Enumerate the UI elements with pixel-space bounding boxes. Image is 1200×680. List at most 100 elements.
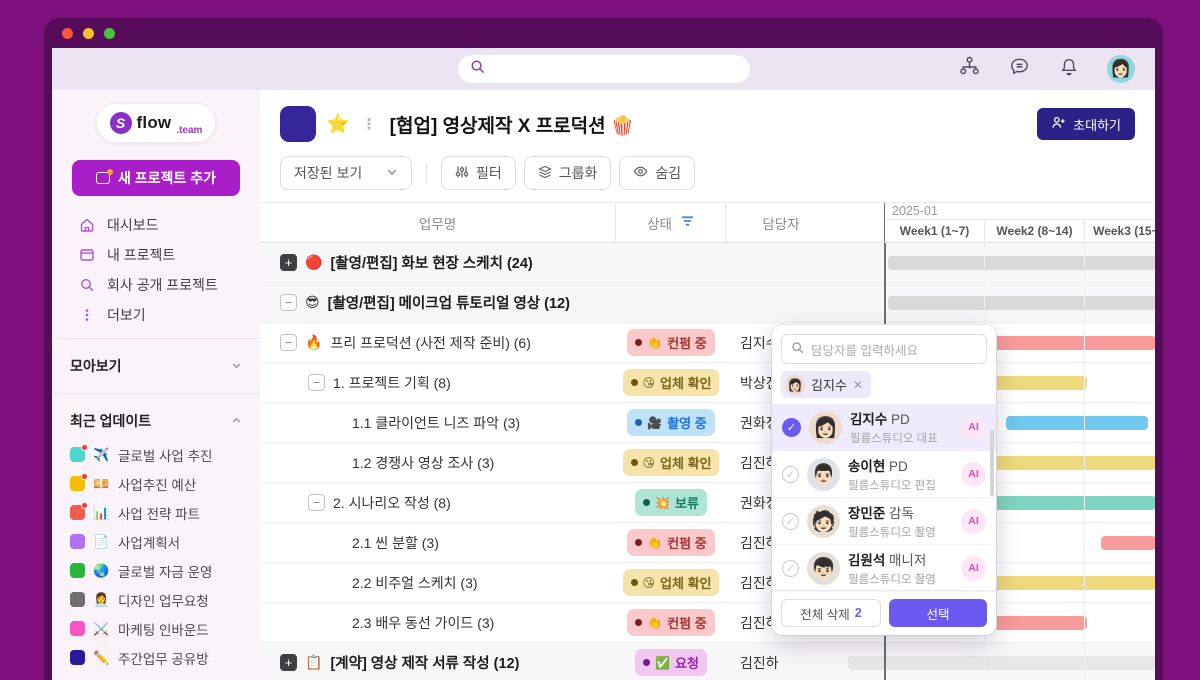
status-badge[interactable]: ✅요청 xyxy=(635,649,707,676)
table-row[interactable]: 1.1 클라이언트 니즈 파악 (3)🎥촬영 중권화정 xyxy=(260,403,1155,443)
sidebar-project-item[interactable]: ✏️주간업무 공유방 xyxy=(52,643,260,672)
sidebar-item-home[interactable]: 대시보드 xyxy=(52,210,260,240)
table-row[interactable]: −1. 프로젝트 기획 (8)😘업체 확인박상진 xyxy=(260,363,1155,403)
collapse-icon[interactable]: − xyxy=(280,294,297,311)
sidebar-project-item[interactable]: 💴사업추진 예산 xyxy=(52,469,260,498)
task-status-cell[interactable]: 🎥촬영 중 xyxy=(616,403,726,442)
task-status-cell[interactable]: 👏컨펌 중 xyxy=(616,523,726,562)
status-badge[interactable]: 💥보류 xyxy=(635,489,707,516)
gantt-bar[interactable] xyxy=(1006,416,1148,430)
task-status-cell[interactable] xyxy=(616,243,726,282)
hide-button[interactable]: 숨김 xyxy=(619,156,695,190)
collapse-icon[interactable]: − xyxy=(280,334,297,351)
task-status-cell[interactable]: 💥보류 xyxy=(616,483,726,522)
chat-icon[interactable] xyxy=(1008,55,1031,83)
expand-icon[interactable]: + xyxy=(280,254,297,271)
table-row[interactable]: 2.3 배우 동선 가이드 (3)👏컨펌 중김진하 xyxy=(260,603,1155,643)
sidebar-project-item[interactable]: ✈️글로벌 사업 추진 xyxy=(52,440,260,469)
column-header-status[interactable]: 상태 xyxy=(616,203,726,242)
gantt-bar[interactable] xyxy=(994,576,1155,590)
minimize-window-button[interactable] xyxy=(83,28,94,39)
table-row[interactable]: +📋[계약] 영상 제작 서류 작성 (12)✅요청김진하 xyxy=(260,643,1155,680)
ai-badge[interactable]: AI xyxy=(961,556,986,581)
gantt-bar[interactable] xyxy=(994,616,1087,630)
selected-assignee-chip[interactable]: 👩🏻 김지수 ✕ xyxy=(781,371,871,398)
task-assignee-cell[interactable] xyxy=(726,243,836,282)
sidebar-item-more[interactable]: 더보기 xyxy=(52,300,260,330)
status-badge[interactable]: 😘업체 확인 xyxy=(623,449,720,476)
unchecked-icon[interactable]: ✓ xyxy=(782,513,799,530)
sidebar-section-recent[interactable]: 최근 업데이트 xyxy=(52,402,260,440)
org-chart-icon[interactable] xyxy=(958,55,981,83)
gantt-bar[interactable] xyxy=(994,376,1087,390)
ai-badge[interactable]: AI xyxy=(961,509,986,534)
table-row[interactable]: +🔴[촬영/편집] 화보 현장 스케치 (24) xyxy=(260,243,1155,283)
close-window-button[interactable] xyxy=(62,28,73,39)
status-badge[interactable]: 👏컨펌 중 xyxy=(627,529,714,556)
ai-badge[interactable]: AI xyxy=(961,462,986,487)
filter-button[interactable]: 필터 xyxy=(441,156,516,190)
status-badge[interactable]: 👏컨펌 중 xyxy=(627,329,714,356)
sidebar-item-search[interactable]: 회사 공개 프로젝트 xyxy=(52,270,260,300)
select-button[interactable]: 선택 xyxy=(889,599,987,627)
project-color-swatch[interactable] xyxy=(280,106,316,142)
table-row[interactable]: −2. 시나리오 작성 (8)💥보류권화정 xyxy=(260,483,1155,523)
checked-icon[interactable]: ✓ xyxy=(782,418,801,437)
group-button[interactable]: 그룹화 xyxy=(524,156,612,190)
sidebar-project-item[interactable]: 📄사업계획서 xyxy=(52,527,260,556)
popup-scrollbar[interactable] xyxy=(990,430,994,496)
gantt-bar[interactable] xyxy=(994,496,1155,510)
assignee-list-item[interactable]: ✓👩🏻김지수 PD필름스튜디오 대표AI xyxy=(772,404,996,451)
gantt-bar[interactable] xyxy=(848,656,1155,670)
task-status-cell[interactable]: 😘업체 확인 xyxy=(616,363,726,402)
unchecked-icon[interactable]: ✓ xyxy=(782,560,799,577)
assignee-list-item[interactable]: ✓👦🏻김원석 매니저필름스튜디오 촬영AI xyxy=(772,545,996,592)
clear-all-button[interactable]: 전체 삭제 2 xyxy=(781,599,881,627)
collapse-icon[interactable]: − xyxy=(308,374,325,391)
table-row[interactable]: 2.1 씬 분할 (3)👏컨펌 중김진하 xyxy=(260,523,1155,563)
expand-icon[interactable]: + xyxy=(280,654,297,671)
task-status-cell[interactable]: 😘업체 확인 xyxy=(616,563,726,602)
column-header-assignee[interactable]: 담당자 xyxy=(726,203,836,242)
sidebar-project-item[interactable]: 📊사업 전략 파트 xyxy=(52,498,260,527)
gantt-bar[interactable] xyxy=(888,256,1155,270)
remove-chip-icon[interactable]: ✕ xyxy=(853,378,863,392)
sidebar-project-item[interactable]: ⚔️마케팅 인바운드 xyxy=(52,614,260,643)
gantt-bar[interactable] xyxy=(888,296,1155,310)
assignee-list-item[interactable]: ✓👨🏻송이현 PD필름스튜디오 편집AI xyxy=(772,451,996,498)
column-header-name[interactable]: 업무명 xyxy=(260,203,616,242)
table-row[interactable]: 1.2 경쟁사 영상 조사 (3)😘업체 확인김진하 xyxy=(260,443,1155,483)
saved-view-dropdown[interactable]: 저장된 보기 xyxy=(280,156,412,190)
sidebar-section-collections[interactable]: 모아보기 xyxy=(52,347,260,385)
task-status-cell[interactable]: 👏컨펌 중 xyxy=(616,603,726,642)
user-avatar[interactable]: 👩🏻 xyxy=(1107,55,1135,83)
status-badge[interactable]: 😘업체 확인 xyxy=(623,569,720,596)
bell-icon[interactable] xyxy=(1058,56,1080,83)
project-menu-icon[interactable]: ⋮ xyxy=(362,115,378,133)
task-assignee-cell[interactable] xyxy=(726,283,836,322)
status-filter-icon[interactable] xyxy=(681,215,694,230)
gantt-bar[interactable] xyxy=(986,336,1155,350)
task-status-cell[interactable]: ✅요청 xyxy=(616,643,726,680)
assignee-list-item[interactable]: ✓🧑🏻장민준 감독필름스튜디오 촬영AI xyxy=(772,498,996,545)
table-row[interactable]: 2.2 비주얼 스케치 (3)😘업체 확인김진하 xyxy=(260,563,1155,603)
add-project-button[interactable]: 새 프로젝트 추가 xyxy=(72,160,240,196)
favorite-star-icon[interactable]: ⭐ xyxy=(326,112,350,136)
sidebar-project-item[interactable]: 👩‍💼디자인 업무요청 xyxy=(52,585,260,614)
task-status-cell[interactable]: 😘업체 확인 xyxy=(616,443,726,482)
ai-badge[interactable]: AI xyxy=(961,415,986,440)
collapse-icon[interactable]: − xyxy=(308,494,325,511)
status-badge[interactable]: 🎥촬영 중 xyxy=(627,409,714,436)
unchecked-icon[interactable]: ✓ xyxy=(782,466,799,483)
flow-logo[interactable]: S flow .team xyxy=(97,104,215,142)
gantt-bar[interactable] xyxy=(1101,536,1155,550)
task-assignee-cell[interactable]: 김진하 xyxy=(726,643,836,680)
sidebar-item-project[interactable]: 내 프로젝트 xyxy=(52,240,260,270)
global-search-input[interactable] xyxy=(458,55,750,83)
task-status-cell[interactable] xyxy=(616,283,726,322)
assignee-search-input[interactable]: 담당자를 입력하세요 xyxy=(781,334,987,364)
maximize-window-button[interactable] xyxy=(104,28,115,39)
invite-button[interactable]: 초대하기 xyxy=(1037,108,1135,140)
status-badge[interactable]: 👏컨펌 중 xyxy=(627,609,714,636)
status-badge[interactable]: 😘업체 확인 xyxy=(623,369,720,396)
